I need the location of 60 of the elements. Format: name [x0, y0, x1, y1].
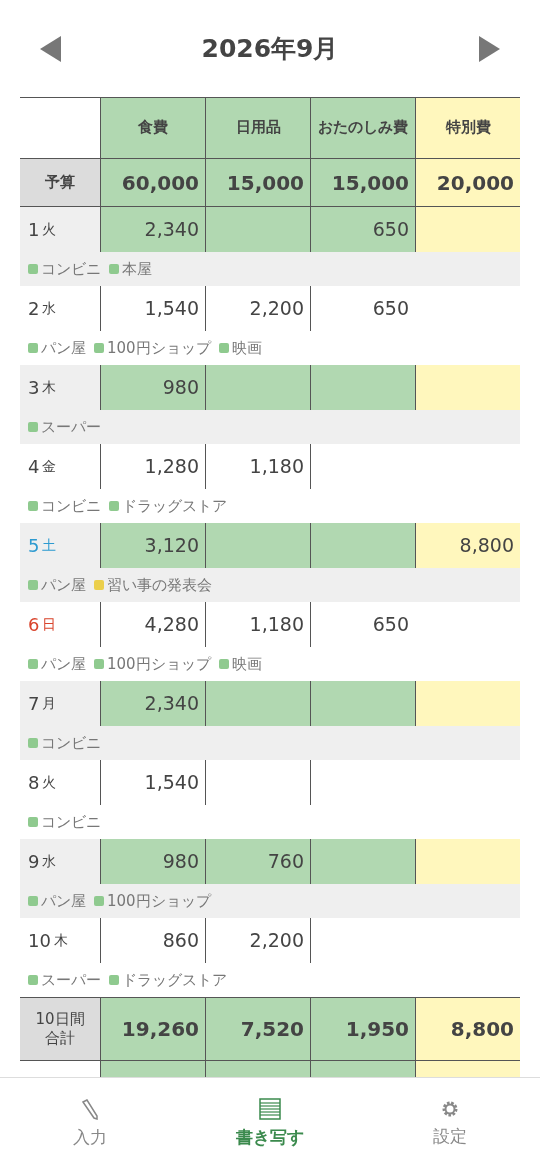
budget-amount: 15,000 — [205, 159, 310, 206]
shop-tag: コンビニ — [28, 733, 101, 753]
day-label: 9 水 — [27, 850, 58, 874]
shop-tag: パン屋 — [28, 891, 86, 911]
budget-amount: 15,000 — [310, 159, 415, 206]
shop-tag: パン屋 — [28, 575, 86, 595]
month-title: 2026年9月 — [201, 33, 339, 65]
column-header: 特別費 — [415, 98, 520, 158]
shop-tag: ドラッグストア — [109, 970, 227, 990]
column-header: 食費 — [100, 98, 205, 158]
day-label: 2 水 — [27, 297, 58, 321]
amount-cell: 8,800 — [415, 523, 520, 568]
shop-tag: スーパー — [28, 970, 101, 990]
amount-cell: 760 — [205, 839, 310, 884]
total-amount: 19,260 — [100, 998, 205, 1060]
amount-cell: 650 — [310, 207, 415, 252]
shop-tag: コンビニ — [28, 496, 101, 516]
budget-amount: 60,000 — [100, 159, 205, 206]
next-month-arrow-icon[interactable] — [478, 35, 500, 62]
pencil-icon — [80, 1098, 100, 1120]
shop-tag: 映画 — [218, 654, 262, 674]
shop-tag: 習い事の発表会 — [94, 575, 212, 595]
shop-tag: 100円ショップ — [94, 338, 211, 358]
total-label: 10日間合計 — [20, 998, 100, 1060]
amount-cell: 980 — [100, 365, 205, 410]
shop-tag: パン屋 — [28, 338, 86, 358]
shop-tag: コンビニ — [28, 812, 101, 832]
day-label: 3 木 — [27, 376, 58, 400]
nav-tab[interactable]: 設定 — [360, 1078, 540, 1169]
list-icon — [259, 1098, 281, 1120]
shop-tag: 100円ショップ — [94, 891, 211, 911]
shop-tag: スーパー — [28, 417, 101, 437]
budget-label: 予算 — [20, 159, 100, 206]
column-header: おたのしみ費 — [310, 98, 415, 158]
day-label: 10 木 — [27, 929, 69, 953]
amount-cell: 980 — [100, 839, 205, 884]
day-label: 7 月 — [27, 692, 58, 716]
previous-month-arrow-icon[interactable] — [40, 35, 62, 62]
column-header: 日用品 — [205, 98, 310, 158]
day-label: 1 火 — [27, 218, 58, 242]
shop-tag: 100円ショップ — [94, 654, 211, 674]
settings-icon — [440, 1099, 460, 1119]
amount-cell: 2,340 — [100, 681, 205, 726]
day-label: 4 金 — [27, 455, 58, 479]
nav-tab[interactable]: 書き写す — [180, 1078, 360, 1169]
total-amount: 7,520 — [205, 998, 310, 1060]
shop-tag: コンビニ — [28, 259, 101, 279]
amount-cell: 2,340 — [100, 207, 205, 252]
nav-tab[interactable]: 入力 — [0, 1078, 180, 1169]
total-amount: 1,950 — [310, 998, 415, 1060]
shop-tag: 本屋 — [109, 259, 152, 279]
day-label: 8 火 — [27, 771, 58, 795]
shop-tag: ドラッグストア — [109, 496, 227, 516]
budget-amount: 20,000 — [415, 159, 520, 206]
day-label: 6 日 — [27, 613, 58, 637]
total-amount: 8,800 — [415, 998, 520, 1060]
shop-tag: 映画 — [218, 338, 262, 358]
day-label: 5 土 — [27, 534, 58, 558]
shop-tag: パン屋 — [28, 654, 86, 674]
amount-cell: 3,120 — [100, 523, 205, 568]
